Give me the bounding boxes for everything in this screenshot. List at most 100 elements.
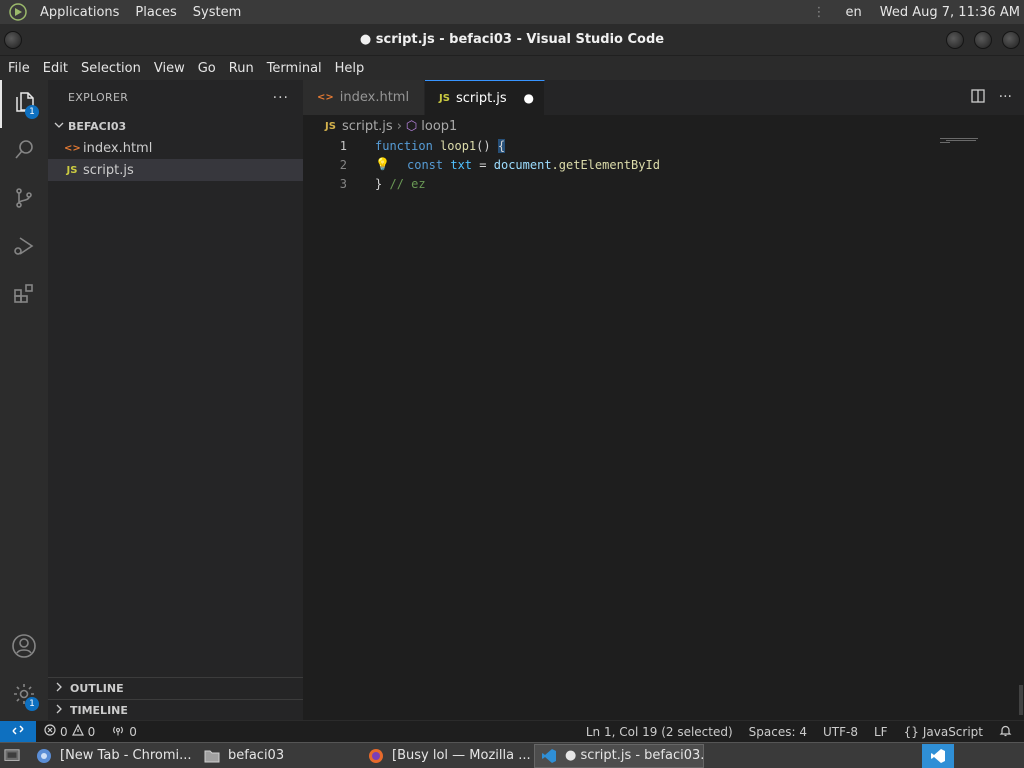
- taskbar-label: [New Tab - Chromi...: [60, 748, 192, 763]
- cursor-position[interactable]: Ln 1, Col 19 (2 selected): [578, 725, 741, 739]
- status-bar: 0 0 0 Ln 1, Col 19 (2 selected) Spaces: …: [0, 720, 1024, 743]
- chevron-down-icon: [54, 120, 64, 133]
- js-file-icon: JS: [66, 164, 78, 176]
- remote-indicator[interactable]: [0, 720, 36, 743]
- chevron-right-icon: [54, 682, 64, 695]
- chevron-right-icon: [54, 704, 64, 717]
- menu-file[interactable]: File: [0, 61, 36, 76]
- search-activity[interactable]: [0, 128, 48, 176]
- menu-run[interactable]: Run: [222, 61, 260, 76]
- problems-indicator[interactable]: 0 0: [36, 723, 103, 739]
- taskbar-label: ● script.js - befaci03...: [565, 748, 704, 763]
- extensions-icon: [12, 282, 36, 310]
- show-desktop-button[interactable]: [0, 744, 30, 768]
- language-label: JavaScript: [922, 724, 983, 739]
- more-actions-icon[interactable]: ···: [999, 89, 1012, 107]
- lightbulb-icon[interactable]: 💡: [375, 157, 390, 171]
- taskbar-label: befaci03: [228, 748, 285, 763]
- clock[interactable]: Wed Aug 7, 11:36 AM: [872, 5, 1024, 20]
- desktop-icon: [4, 748, 20, 764]
- taskbar-label: [Busy lol — Mozilla ...: [392, 748, 531, 763]
- system-top-panel: Applications Places System ⋮ en Wed Aug …: [0, 0, 1024, 24]
- source-control-icon: [12, 186, 36, 214]
- maximize-button[interactable]: [974, 31, 992, 49]
- keyword: function: [375, 138, 433, 153]
- workspace-icon: [930, 748, 946, 764]
- taskbar-item-firefox[interactable]: [Busy lol — Mozilla ...: [362, 744, 534, 768]
- taskbar-item-files[interactable]: befaci03: [198, 744, 362, 768]
- folder-icon: [204, 748, 220, 764]
- system-menu[interactable]: System: [185, 5, 249, 20]
- applications-menu[interactable]: Applications: [32, 5, 127, 20]
- error-count: 0: [60, 724, 68, 739]
- file-item-index-html[interactable]: <> index.html: [48, 137, 303, 159]
- code-editor[interactable]: 1 function loop1() { 2 💡 const txt = doc…: [303, 136, 983, 193]
- run-debug-icon: [12, 234, 36, 262]
- menu-view[interactable]: View: [147, 61, 191, 76]
- end-of-line[interactable]: LF: [866, 725, 896, 739]
- indentation[interactable]: Spaces: 4: [741, 725, 815, 739]
- minimize-button[interactable]: [946, 31, 964, 49]
- menu-edit[interactable]: Edit: [36, 61, 74, 76]
- os-logo-icon[interactable]: [8, 3, 28, 21]
- tab-label: script.js: [455, 90, 507, 106]
- breadcrumb-file[interactable]: script.js: [342, 119, 393, 134]
- window-titlebar[interactable]: ● script.js - befaci03 - Visual Studio C…: [0, 24, 1024, 56]
- window-title: ● script.js - befaci03 - Visual Studio C…: [359, 32, 665, 47]
- taskbar-item-vscode[interactable]: ● script.js - befaci03...: [534, 743, 704, 768]
- object: document: [493, 157, 552, 172]
- bell-icon: [999, 724, 1012, 740]
- source-control-activity[interactable]: [0, 176, 48, 224]
- outline-section[interactable]: OUTLINE: [48, 677, 303, 699]
- code-line: 3 } // ez: [303, 174, 983, 193]
- tab-index-html[interactable]: <> index.html: [303, 80, 425, 115]
- menu-terminal[interactable]: Terminal: [260, 61, 328, 76]
- broadcast-icon: [111, 724, 125, 739]
- menu-help[interactable]: Help: [328, 61, 371, 76]
- search-icon: [12, 138, 36, 166]
- vertical-scrollbar[interactable]: [1018, 115, 1024, 720]
- html-file-icon: <>: [317, 92, 334, 103]
- variable: txt: [450, 157, 473, 172]
- extensions-activity[interactable]: [0, 272, 48, 320]
- code-line: 2 💡 const txt = document.getElementById: [303, 155, 983, 174]
- accounts-activity[interactable]: [0, 624, 48, 672]
- timeline-section[interactable]: TIMELINE: [48, 699, 303, 721]
- unsaved-dot-icon[interactable]: ●: [524, 91, 534, 105]
- window-menu-button[interactable]: [4, 31, 22, 49]
- warning-icon: [71, 723, 84, 739]
- menu-go[interactable]: Go: [191, 61, 222, 76]
- file-item-script-js[interactable]: JS script.js: [48, 159, 303, 181]
- language-mode[interactable]: {} JavaScript: [896, 725, 991, 739]
- more-actions-icon[interactable]: ···: [273, 90, 289, 106]
- vscode-icon: [541, 748, 557, 764]
- folder-name: BEFACI03: [68, 119, 127, 133]
- tab-script-js[interactable]: JS script.js ●: [425, 80, 545, 115]
- line-number: 2: [339, 157, 347, 172]
- chromium-icon: [36, 748, 52, 764]
- taskbar-item-chromium[interactable]: [New Tab - Chromi...: [30, 744, 198, 768]
- ports-indicator[interactable]: 0: [103, 724, 145, 739]
- symbol-method-icon: ⬡: [405, 118, 418, 134]
- js-file-icon: JS: [325, 120, 336, 132]
- workspace-switcher[interactable]: [922, 743, 954, 768]
- breadcrumb-symbol[interactable]: loop1: [421, 119, 457, 134]
- menu-selection[interactable]: Selection: [74, 61, 147, 76]
- method: .getElementById: [551, 157, 660, 172]
- parens: (): [476, 138, 491, 153]
- encoding[interactable]: UTF-8: [815, 725, 866, 739]
- split-editor-icon[interactable]: [970, 89, 985, 107]
- line-number: 3: [339, 176, 347, 191]
- panel-separator: ⋮: [812, 4, 826, 20]
- activity-bar: 1 1: [0, 80, 48, 720]
- manage-activity[interactable]: 1: [0, 672, 48, 720]
- js-file-icon: JS: [439, 92, 450, 104]
- close-button[interactable]: [1002, 31, 1020, 49]
- explorer-activity[interactable]: 1: [0, 80, 48, 128]
- workspace-folder[interactable]: BEFACI03: [48, 115, 303, 137]
- keyboard-language[interactable]: en: [836, 5, 872, 20]
- run-debug-activity[interactable]: [0, 224, 48, 272]
- account-icon: [11, 633, 37, 663]
- places-menu[interactable]: Places: [127, 5, 184, 20]
- notifications-bell[interactable]: [991, 724, 1024, 740]
